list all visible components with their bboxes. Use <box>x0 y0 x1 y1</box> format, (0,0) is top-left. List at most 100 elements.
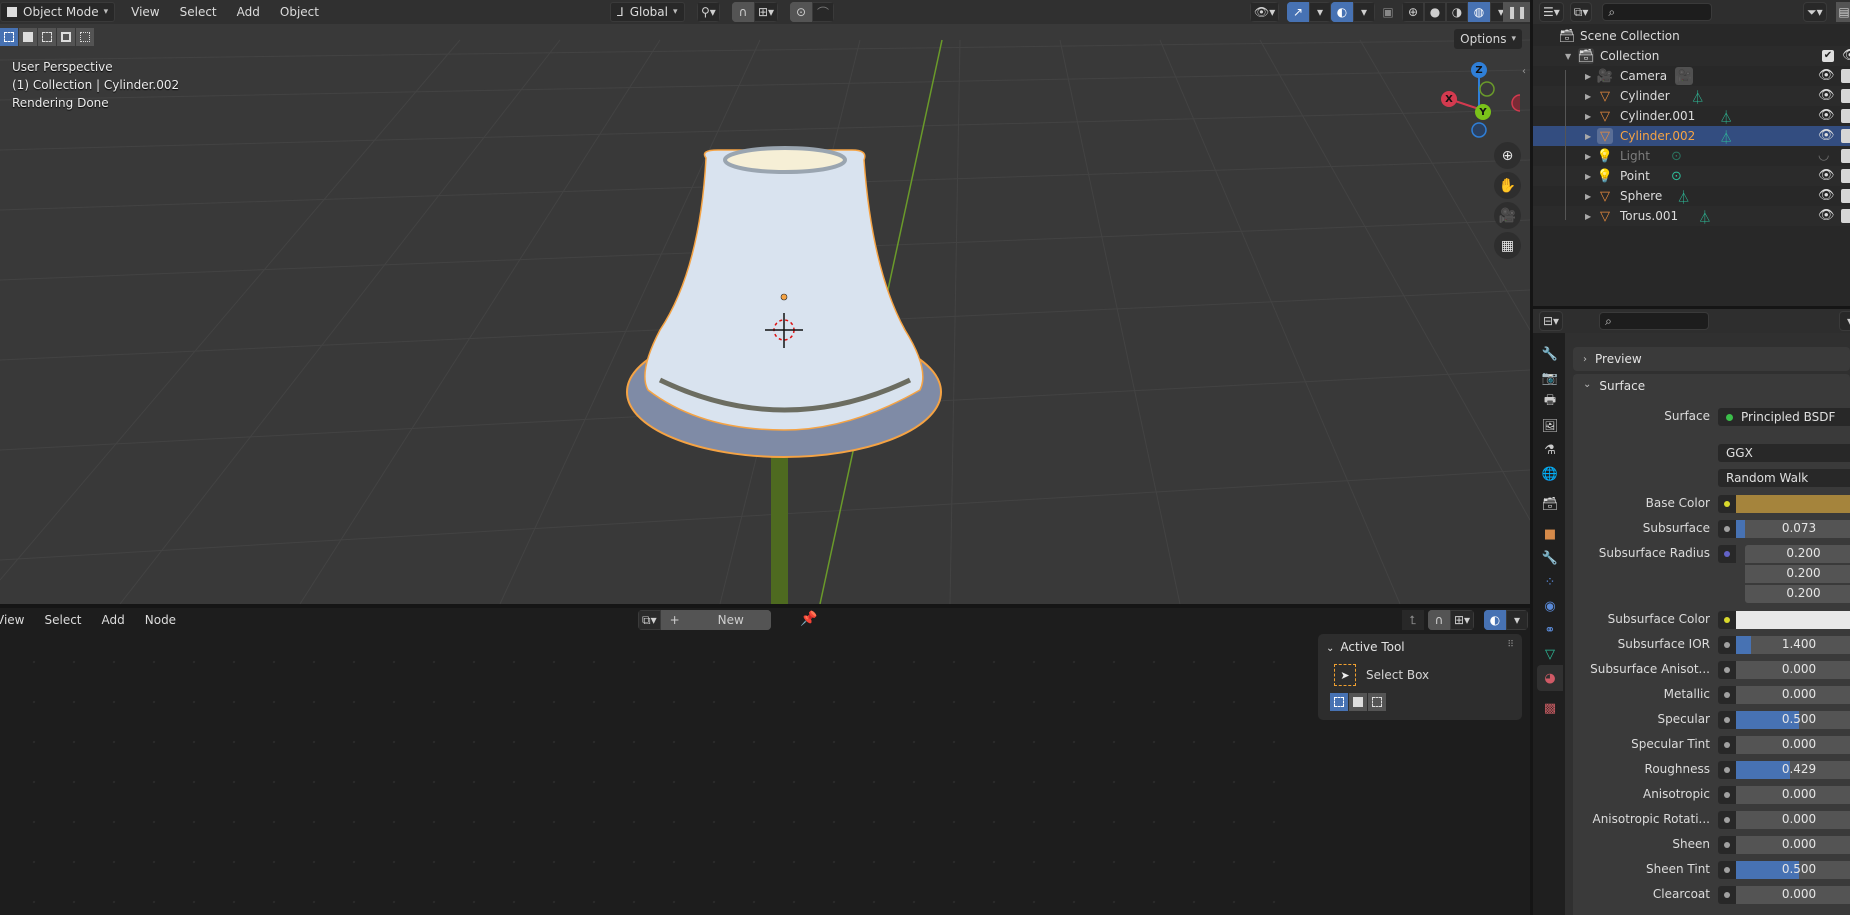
vector-component-field[interactable]: 0.200 <box>1745 585 1850 603</box>
mesh-data-icon[interactable]: ⏃ <box>1689 87 1707 106</box>
snap-grid-icon[interactable]: ⊞▾ <box>1450 610 1475 630</box>
expand-arrow-icon[interactable]: ▶ <box>1585 132 1591 141</box>
surface-shader-field[interactable]: Principled BSDF <box>1718 408 1850 426</box>
visibility-eye-icon[interactable]: 👁 <box>1842 48 1850 64</box>
collection-row[interactable]: ▼ 🗃 Collection ✔ 👁 <box>1533 46 1850 66</box>
mesh-data-icon[interactable]: ⏃ <box>1717 127 1735 146</box>
value-slider[interactable]: 0.000 <box>1736 686 1850 704</box>
select-new-icon[interactable] <box>1330 693 1348 711</box>
expand-arrow-icon[interactable]: ▶ <box>1585 112 1591 121</box>
overlays-toggle-icon[interactable]: ◐ <box>1484 610 1506 630</box>
tab-world-icon[interactable]: 🌐 <box>1537 461 1563 487</box>
vector-component-field[interactable]: 0.200 <box>1745 565 1850 583</box>
input-socket-icon[interactable] <box>1718 786 1736 804</box>
camera-data-icon[interactable]: 🎥 <box>1674 67 1693 85</box>
value-slider[interactable]: 0.000 <box>1736 786 1850 804</box>
gizmo-y-axis[interactable]: Y <box>1475 104 1491 120</box>
value-slider[interactable]: 0.000 <box>1736 811 1850 829</box>
menu-node[interactable]: Node <box>135 610 186 630</box>
editor-type-icon[interactable]: ⊟▾ <box>1539 311 1564 331</box>
input-socket-icon[interactable] <box>1718 495 1736 513</box>
tab-texture-icon[interactable]: ▩ <box>1537 695 1563 721</box>
hidden-eye-icon[interactable]: ◡ <box>1818 148 1834 164</box>
tab-constraints-icon[interactable]: ⚭ <box>1537 617 1563 643</box>
value-slider[interactable]: 1.400 <box>1736 636 1850 654</box>
visibility-eye-icon[interactable]: 👁 <box>1818 208 1835 224</box>
select-subtract-icon[interactable] <box>1368 693 1386 711</box>
input-socket-icon[interactable] <box>1718 520 1736 538</box>
distribution-dropdown[interactable]: GGX⌄ <box>1718 444 1850 462</box>
expand-arrow-icon[interactable]: ▶ <box>1585 152 1591 161</box>
xray-toggle-icon[interactable]: ▣ <box>1377 2 1399 22</box>
tab-output-icon[interactable]: 🖶 <box>1537 389 1563 415</box>
options-dropdown[interactable]: Options ▾ <box>1454 29 1522 49</box>
expand-arrow-icon[interactable]: ▶ <box>1585 92 1591 101</box>
outliner-item-name[interactable]: Torus.001 <box>1620 209 1678 223</box>
input-socket-icon[interactable] <box>1718 761 1736 779</box>
parent-node-tree-icon[interactable]: ⮤ <box>1402 610 1424 630</box>
shading-solid-icon[interactable]: ● <box>1424 2 1446 22</box>
menu-add[interactable]: Add <box>92 610 135 630</box>
menu-view[interactable]: View <box>121 2 169 22</box>
tab-data-icon[interactable]: ▽ <box>1537 641 1563 667</box>
active-tool-header[interactable]: ⌄ Active Tool <box>1326 640 1405 654</box>
visibility-selectability-icon[interactable]: 👁▾ <box>1250 2 1280 22</box>
value-slider[interactable]: 0.000 <box>1736 736 1850 754</box>
gizmo-z-axis[interactable]: Z <box>1471 62 1487 78</box>
value-slider[interactable]: 0.429 <box>1736 761 1850 779</box>
value-slider[interactable]: 0.073 <box>1736 520 1850 538</box>
outliner-item-name[interactable]: Sphere <box>1620 189 1662 203</box>
outliner-item[interactable]: ▶ ▽ Cylinder.002 👁 <box>1533 126 1850 146</box>
input-socket-icon[interactable] <box>1718 736 1736 754</box>
render-visibility-icon[interactable] <box>1841 109 1850 123</box>
vector-component-field[interactable]: 0.200 <box>1745 545 1850 563</box>
snap-magnet-icon[interactable]: ∩ <box>1428 610 1450 630</box>
menu-select[interactable]: Select <box>34 610 91 630</box>
visibility-eye-icon[interactable]: 👁 <box>1818 108 1835 124</box>
sidebar-toggle-icon[interactable]: ‹ <box>1522 66 1526 77</box>
render-visibility-icon[interactable] <box>1841 149 1850 163</box>
select-subtract-icon[interactable] <box>38 28 56 46</box>
select-extend-icon[interactable] <box>1349 693 1367 711</box>
color-swatch[interactable] <box>1736 495 1850 513</box>
transform-orientation-dropdown[interactable]: ⅃ Global ▾ <box>610 2 685 22</box>
tab-physics-icon[interactable]: ◉ <box>1537 593 1563 619</box>
camera-view-icon[interactable]: 🎥 <box>1494 202 1521 229</box>
menu-view[interactable]: View <box>0 610 34 630</box>
tab-view-layer-icon[interactable]: 🖼 <box>1537 413 1563 439</box>
expand-arrow-icon[interactable]: ▶ <box>1585 72 1591 81</box>
value-slider[interactable]: 0.500 <box>1736 861 1850 879</box>
input-socket-icon[interactable] <box>1718 636 1736 654</box>
value-slider[interactable]: 0.500 <box>1736 711 1850 729</box>
preview-panel-header[interactable]: ›Preview ⠿ <box>1573 347 1850 371</box>
input-socket-icon[interactable] <box>1718 861 1736 879</box>
options-dropdown-icon[interactable]: ▾ <box>1839 311 1850 331</box>
outliner-item-name[interactable]: Cylinder.001 <box>1620 109 1695 123</box>
select-extend-icon[interactable] <box>19 28 37 46</box>
falloff-curve-icon[interactable]: ⌒ <box>812 2 834 22</box>
outliner-item[interactable]: ▶ 💡 Light ◡ <box>1533 146 1850 166</box>
pin-icon[interactable]: 📌 <box>800 611 817 627</box>
tab-tool-icon[interactable]: 🔧 <box>1537 341 1563 367</box>
expand-arrow-icon[interactable]: ▶ <box>1585 172 1591 181</box>
tab-material-icon[interactable]: ◕ <box>1537 665 1563 691</box>
drag-handle-icon[interactable]: ⠿ <box>1507 640 1514 650</box>
chevron-down-icon[interactable]: ⌄ <box>1583 379 1591 390</box>
light-data-icon[interactable]: ⊙ <box>1668 167 1686 185</box>
outliner-item-name[interactable]: Point <box>1620 169 1650 183</box>
exclude-checkbox[interactable]: ✔ <box>1822 50 1834 62</box>
shader-node-editor[interactable]: View Select Add Node ⧉▾ + New 📌 ⮤ ∩ ⊞▾ ◐… <box>0 608 1530 915</box>
render-visibility-icon[interactable] <box>1841 209 1850 223</box>
snap-magnet-icon[interactable]: ∩ <box>732 2 754 22</box>
proportional-editing-icon[interactable]: ⊙ <box>790 2 812 22</box>
input-socket-icon[interactable] <box>1718 661 1736 679</box>
select-intersect-icon[interactable] <box>76 28 94 46</box>
expand-arrow-icon[interactable]: ▼ <box>1565 52 1571 61</box>
tab-scene-icon[interactable]: ⚗ <box>1537 437 1563 463</box>
mesh-data-icon[interactable]: ⏃ <box>1696 207 1714 226</box>
pause-render-icon[interactable]: ❚❚ <box>1503 2 1530 22</box>
new-collection-icon[interactable]: ▤ <box>1836 2 1850 22</box>
visibility-eye-icon[interactable]: 👁 <box>1818 168 1835 184</box>
value-slider[interactable]: 0.000 <box>1736 886 1850 904</box>
pan-hand-icon[interactable]: ✋ <box>1494 172 1521 199</box>
